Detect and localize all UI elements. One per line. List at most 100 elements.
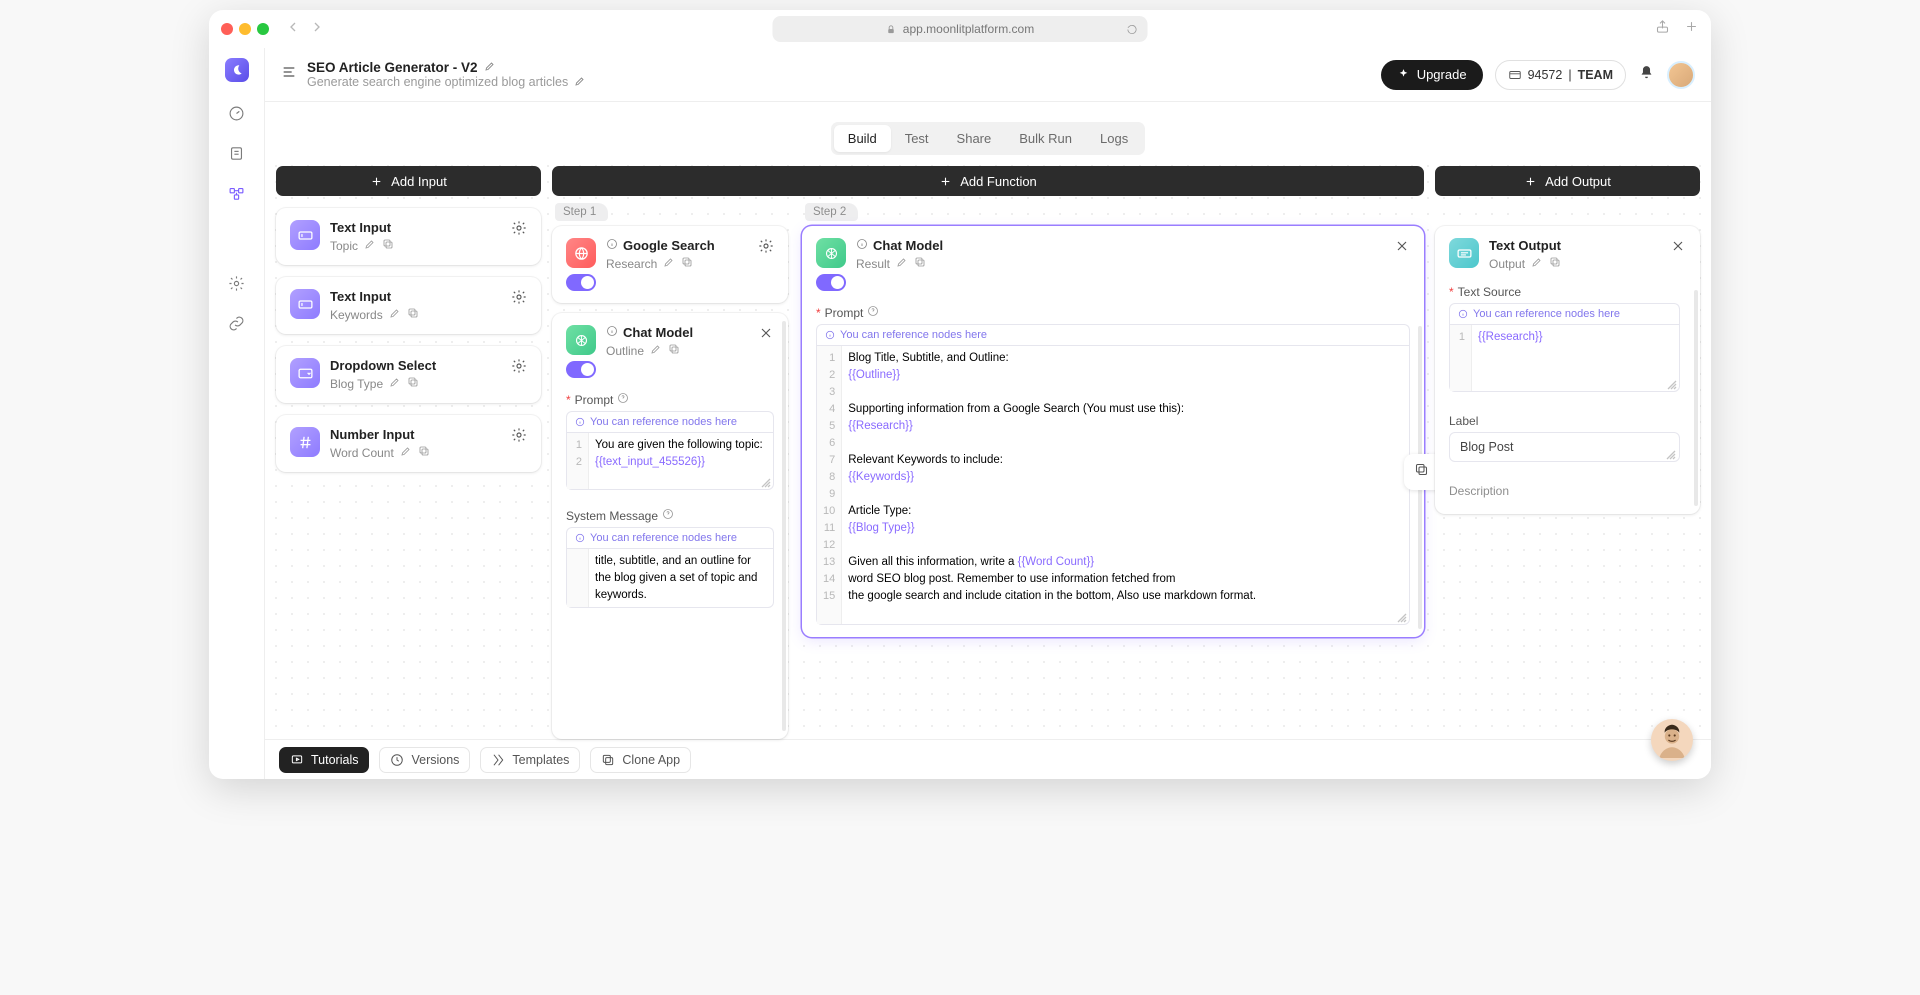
new-tab-icon[interactable] <box>1684 19 1699 39</box>
resize-handle[interactable] <box>1666 449 1676 459</box>
function-toggle[interactable] <box>816 274 846 291</box>
notifications-icon[interactable] <box>1638 64 1655 86</box>
info-icon[interactable] <box>606 325 618 340</box>
copy-icon[interactable] <box>418 445 430 460</box>
resize-handle[interactable] <box>761 478 771 488</box>
chat-model-icon <box>566 325 596 355</box>
input-card-topic[interactable]: Text Input Topic <box>276 208 541 265</box>
support-avatar[interactable] <box>1651 719 1693 761</box>
copy-icon[interactable] <box>668 343 680 358</box>
copy-icon[interactable] <box>1549 256 1561 271</box>
app-logo[interactable] <box>225 58 249 82</box>
settings-icon[interactable] <box>511 427 527 448</box>
prompt-editor[interactable]: 123456789101112131415 Blog Title, Subtit… <box>816 345 1410 625</box>
step-2-chip: Step 2 <box>805 203 858 221</box>
window-minimize-dot[interactable] <box>239 23 251 35</box>
user-avatar[interactable] <box>1667 61 1695 89</box>
scrollbar[interactable] <box>1694 290 1698 506</box>
add-function-button[interactable]: Add Function <box>552 166 1424 196</box>
output-label-input[interactable]: Blog Post <box>1449 432 1680 462</box>
info-icon[interactable] <box>856 238 868 253</box>
info-icon[interactable] <box>606 238 618 253</box>
window-zoom-dot[interactable] <box>257 23 269 35</box>
function-toggle[interactable] <box>566 274 596 291</box>
edit-icon[interactable] <box>896 256 908 271</box>
function-google-search[interactable]: Google Search Research <box>552 226 788 303</box>
app-subtitle: Generate search engine optimized blog ar… <box>307 75 568 89</box>
templates-button[interactable]: Templates <box>480 747 580 773</box>
input-card-blog-type[interactable]: Dropdown Select Blog Type <box>276 346 541 403</box>
settings-icon[interactable] <box>758 238 774 259</box>
step-1-chip: Step 1 <box>555 203 608 221</box>
address-text: app.moonlitplatform.com <box>903 22 1034 36</box>
copy-icon[interactable] <box>407 376 419 391</box>
view-tabs: Build Test Share Bulk Run Logs <box>831 122 1145 155</box>
prompt-editor[interactable]: 12 You are given the following topic:{{t… <box>566 432 774 490</box>
edit-icon[interactable] <box>1531 256 1543 271</box>
copy-icon[interactable] <box>407 307 419 322</box>
nav-docs-icon[interactable] <box>228 144 246 162</box>
versions-button[interactable]: Versions <box>379 747 470 773</box>
edit-icon[interactable] <box>364 238 376 253</box>
nav-settings-icon[interactable] <box>228 274 246 292</box>
prompt-label: *Prompt <box>566 392 774 407</box>
system-message-label: System Message <box>566 508 774 523</box>
tab-test[interactable]: Test <box>891 125 943 152</box>
reference-hint: You can reference nodes here <box>1449 303 1680 324</box>
copy-icon[interactable] <box>681 256 693 271</box>
scrollbar[interactable] <box>782 321 786 731</box>
nav-builder-icon[interactable] <box>228 184 246 202</box>
share-icon[interactable] <box>1655 19 1670 39</box>
edit-icon[interactable] <box>389 307 401 322</box>
window-close-dot[interactable] <box>221 23 233 35</box>
settings-icon[interactable] <box>511 220 527 241</box>
copy-icon[interactable] <box>914 256 926 271</box>
clone-app-button[interactable]: Clone App <box>590 747 691 773</box>
collapse-icon[interactable] <box>1670 238 1686 259</box>
credits-badge[interactable]: 94572 | TEAM <box>1495 60 1626 90</box>
resize-handle[interactable] <box>1667 380 1677 390</box>
system-message-editor[interactable]: title, subtitle, and an outline for the … <box>566 548 774 608</box>
edit-subtitle-icon[interactable] <box>574 75 586 90</box>
add-input-button[interactable]: Add Input <box>276 166 541 196</box>
nav-link-icon[interactable] <box>228 314 246 332</box>
collapse-icon[interactable] <box>758 325 774 346</box>
chat-model-icon <box>816 238 846 268</box>
edit-title-icon[interactable] <box>484 60 496 75</box>
tab-build[interactable]: Build <box>834 125 891 152</box>
tab-bulk-run[interactable]: Bulk Run <box>1005 125 1086 152</box>
nav-forward-icon[interactable] <box>309 19 325 40</box>
input-card-keywords[interactable]: Text Input Keywords <box>276 277 541 334</box>
input-card-word-count[interactable]: Number Input Word Count <box>276 415 541 472</box>
reload-icon[interactable] <box>1127 24 1138 35</box>
duplicate-icon[interactable] <box>1414 462 1429 482</box>
resize-handle[interactable] <box>1397 613 1407 623</box>
settings-icon[interactable] <box>511 289 527 310</box>
reference-hint: You can reference nodes here <box>566 411 774 432</box>
breadcrumb-icon[interactable] <box>281 64 297 85</box>
lock-icon <box>886 24 897 35</box>
nav-dashboard-icon[interactable] <box>228 104 246 122</box>
function-chat-outline[interactable]: Chat Model Outline *Prompt <box>552 313 788 739</box>
text-source-editor[interactable]: 1 {{Research}} <box>1449 324 1680 392</box>
tab-logs[interactable]: Logs <box>1086 125 1142 152</box>
function-chat-result[interactable]: Chat Model Result *Prompt <box>802 226 1424 637</box>
tab-share[interactable]: Share <box>943 125 1006 152</box>
add-output-button[interactable]: Add Output <box>1435 166 1700 196</box>
nav-back-icon[interactable] <box>285 19 301 40</box>
edit-icon[interactable] <box>389 376 401 391</box>
output-card[interactable]: Text Output Output *Text Source You can … <box>1435 226 1700 514</box>
settings-icon[interactable] <box>511 358 527 379</box>
text-output-icon <box>1449 238 1479 268</box>
reference-hint: You can reference nodes here <box>566 527 774 548</box>
card-icon <box>1508 68 1522 82</box>
edit-icon[interactable] <box>650 343 662 358</box>
upgrade-button[interactable]: Upgrade <box>1381 60 1483 90</box>
tutorials-button[interactable]: Tutorials <box>279 747 369 773</box>
edit-icon[interactable] <box>400 445 412 460</box>
copy-icon[interactable] <box>382 238 394 253</box>
edit-icon[interactable] <box>663 256 675 271</box>
collapse-icon[interactable] <box>1394 238 1410 259</box>
address-bar[interactable]: app.moonlitplatform.com <box>773 16 1148 42</box>
function-toggle[interactable] <box>566 361 596 378</box>
